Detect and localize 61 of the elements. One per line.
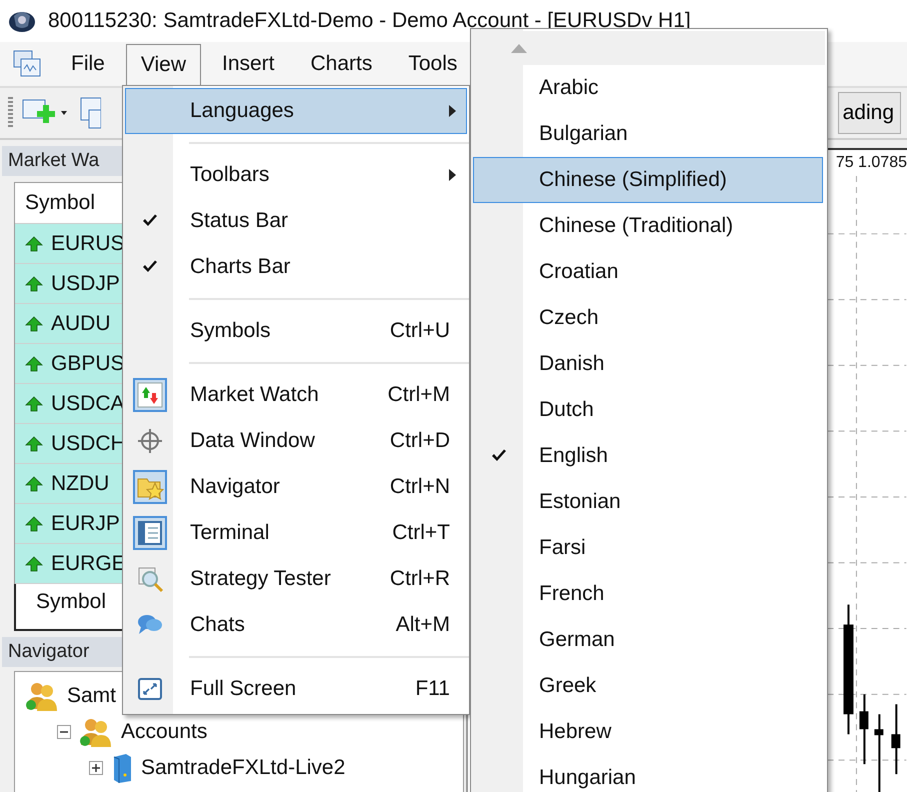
menu-item[interactable]: Market Watch Ctrl+M <box>125 372 467 418</box>
up-arrow-icon <box>25 276 43 292</box>
symbol-cell[interactable]: USDJP <box>51 272 120 296</box>
symbol-cell[interactable]: EURGE <box>51 552 126 576</box>
menu-item[interactable]: Data Window Ctrl+D <box>125 418 467 464</box>
menu-item[interactable]: Croatian <box>473 249 823 295</box>
menu-item[interactable]: Estonian <box>473 479 823 525</box>
menu-item[interactable]: Danish <box>473 341 823 387</box>
up-arrow-icon <box>25 236 43 252</box>
up-arrow-icon <box>25 316 43 332</box>
candlestick <box>859 694 868 764</box>
menu-item[interactable]: Status Bar <box>125 198 467 244</box>
expand-toggle-icon[interactable] <box>89 761 103 775</box>
price-axis-label: 75 1.0785 <box>836 153 907 173</box>
menu-bar-item[interactable]: Charts <box>296 43 388 85</box>
menu-item[interactable]: Symbols Ctrl+U <box>125 308 467 354</box>
menu-item[interactable]: Navigator Ctrl+N <box>125 464 467 510</box>
menu-item[interactable]: Bulgarian <box>473 111 823 157</box>
up-arrow-icon <box>25 396 43 412</box>
symbol-cell[interactable]: NZDU <box>51 472 110 496</box>
column-header[interactable]: Symbol <box>25 191 96 215</box>
up-arrow-icon <box>25 476 43 492</box>
menu-item[interactable]: English <box>473 433 823 479</box>
menu-item[interactable]: Hebrew <box>473 709 823 755</box>
menu-item[interactable]: German <box>473 617 823 663</box>
menu-item[interactable]: French <box>473 571 823 617</box>
symbol-cell[interactable]: EURJP <box>51 512 120 536</box>
up-arrow-icon <box>25 356 43 372</box>
menu-item[interactable]: Czech <box>473 295 823 341</box>
menu-bar-item[interactable]: Insert <box>206 43 290 85</box>
menu-bar-item[interactable]: Tools <box>393 43 472 85</box>
menu-item[interactable]: Full Screen F11 <box>125 666 467 712</box>
scroll-up-arrow-icon[interactable] <box>511 44 527 52</box>
symbol-cell[interactable]: GBPUS <box>51 352 125 376</box>
menu-item[interactable]: Languages <box>125 88 467 134</box>
candlestick <box>891 704 900 774</box>
collapse-toggle-icon[interactable] <box>57 725 71 739</box>
people-icon <box>25 681 59 711</box>
menu-item[interactable]: Farsi <box>473 525 823 571</box>
menu-bar-item[interactable]: File <box>56 43 120 85</box>
server-icon <box>111 753 133 783</box>
menu-item[interactable]: Arabic <box>473 65 823 111</box>
up-arrow-icon <box>25 516 43 532</box>
menu-item[interactable]: Chinese (Traditional) <box>473 203 823 249</box>
up-arrow-icon <box>25 436 43 452</box>
tree-label[interactable]: SamtradeFXLtd-Live2 <box>141 756 346 780</box>
people-icon <box>79 717 113 747</box>
menu-item[interactable]: Hungarian <box>473 755 823 792</box>
menu-item[interactable]: Dutch <box>473 387 823 433</box>
up-arrow-icon <box>25 556 43 572</box>
symbol-cell[interactable]: AUDU <box>51 312 111 336</box>
tree-label[interactable]: Accounts <box>121 720 208 744</box>
autotrading-button[interactable]: ading <box>838 92 901 134</box>
symbol-cell[interactable]: EURUS <box>51 232 125 256</box>
symbol-cell[interactable]: USDCA <box>51 392 125 416</box>
chart-window-icon[interactable] <box>12 49 42 79</box>
menu-item[interactable]: Chinese (Simplified) <box>473 157 823 203</box>
tree-label[interactable]: Samt <box>67 684 116 708</box>
menu-item[interactable]: Terminal Ctrl+T <box>125 510 467 556</box>
menu-item[interactable]: Greek <box>473 663 823 709</box>
menu-item[interactable]: Charts Bar <box>125 244 467 290</box>
